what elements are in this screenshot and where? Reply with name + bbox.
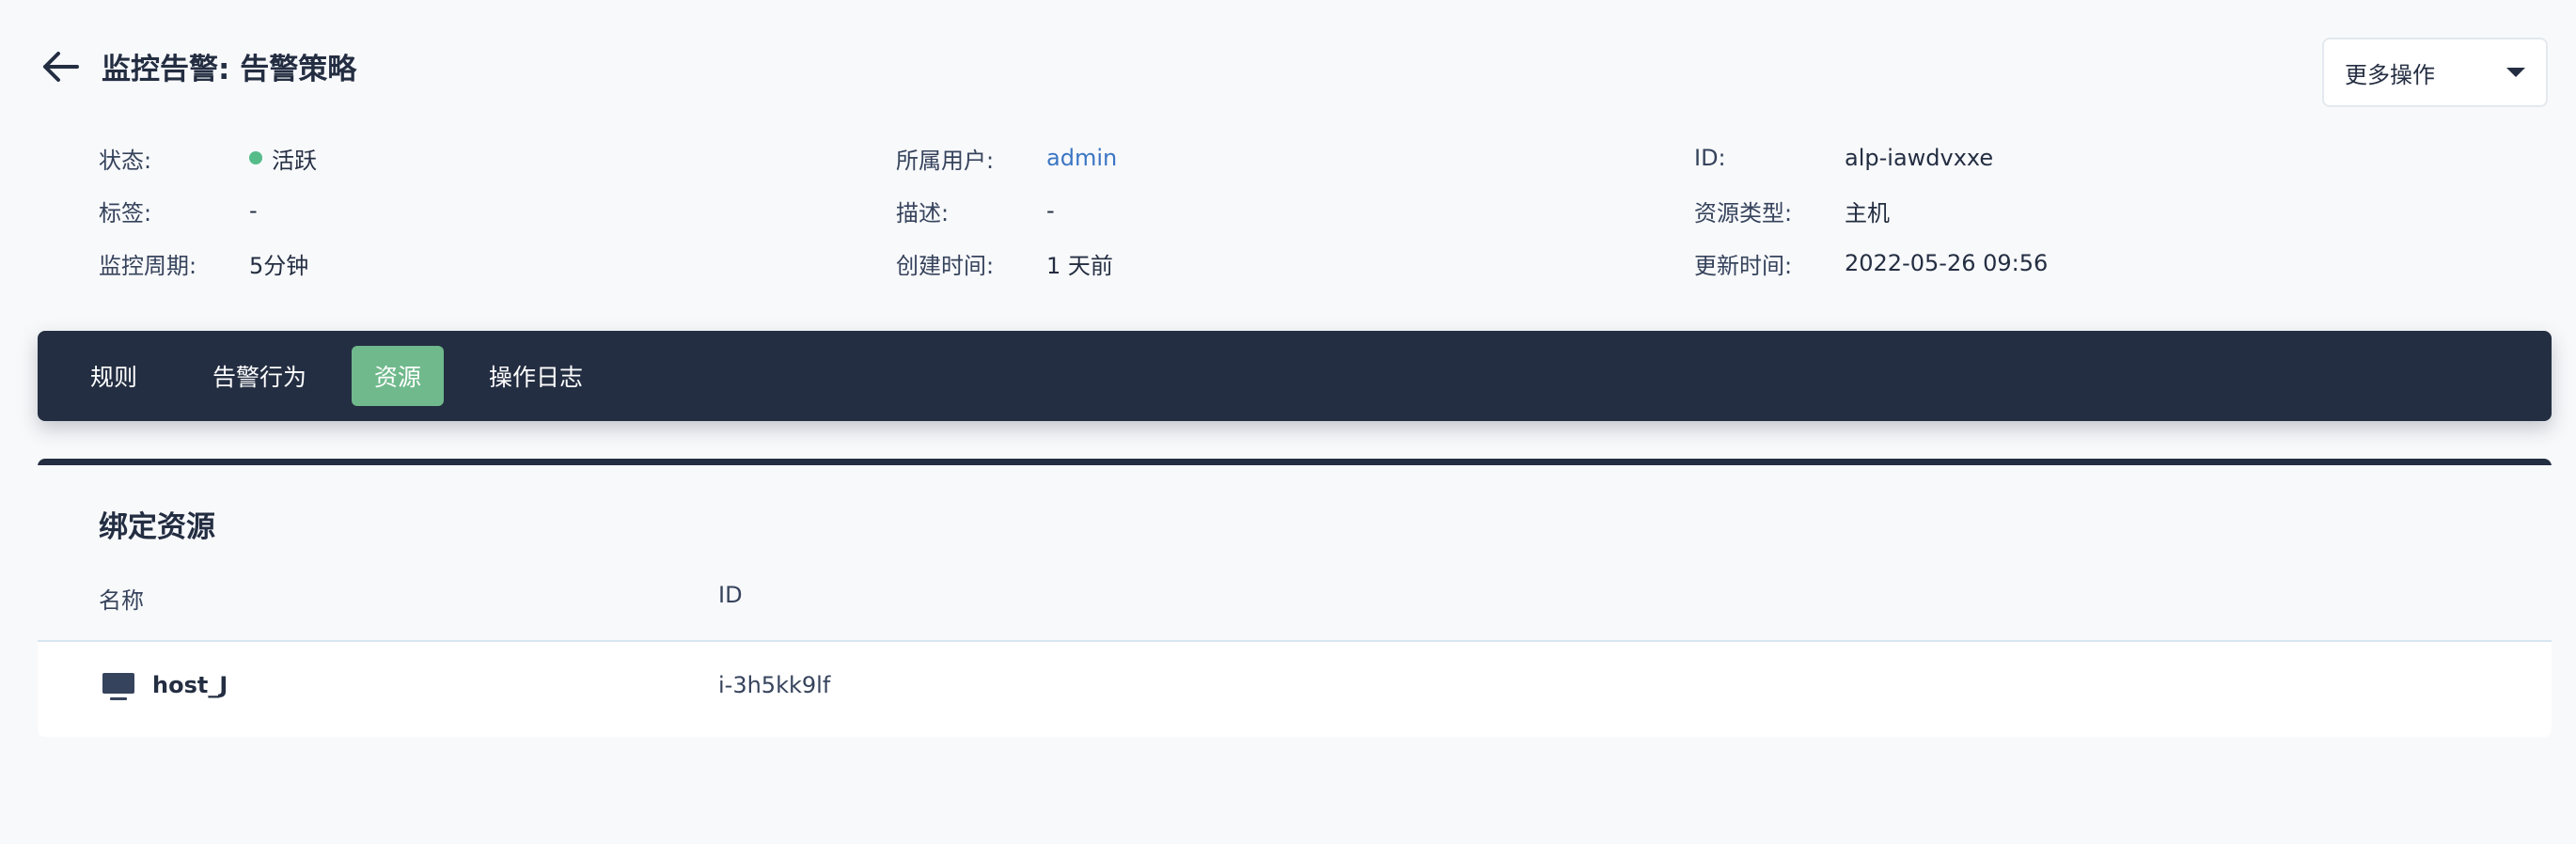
detail-owner: 所属用户: admin — [896, 132, 1648, 184]
detail-label: 更新时间: — [1694, 252, 1793, 279]
detail-value: 2022-05-26 09:56 — [1845, 250, 2049, 276]
more-actions-label: 更多操作 — [2345, 61, 2435, 88]
detail-label: 创建时间: — [896, 252, 995, 279]
tab-resources[interactable]: 资源 — [352, 346, 445, 406]
detail-value: 主机 — [1845, 199, 1890, 227]
status-value: 活跃 — [249, 142, 317, 175]
page-header: 监控告警: 告警策略 更多操作 — [38, 38, 2548, 107]
card-header: 绑定资源 名称 ID — [38, 465, 2552, 642]
host-id: i-3h5kk9lf — [718, 672, 831, 698]
table-row[interactable]: host_J i-3h5kk9lf — [38, 642, 2552, 737]
tab-bar: 规则 告警行为 资源 操作日志 — [38, 331, 2552, 421]
detail-monitor-period: 监控周期: 5分钟 — [99, 237, 851, 289]
detail-label: 资源类型: — [1694, 199, 1793, 227]
more-actions-dropdown[interactable]: 更多操作 — [2322, 38, 2548, 107]
detail-value: - — [249, 197, 258, 224]
detail-label: 描述: — [896, 199, 950, 227]
tab-operation-log[interactable]: 操作日志 — [466, 346, 605, 406]
detail-label: 监控周期: — [99, 252, 197, 279]
column-header-name: 名称 — [99, 587, 144, 614]
detail-description: 描述: - — [896, 184, 1648, 237]
card-top-border — [38, 459, 2552, 465]
detail-id: ID: alp-iawdvxxe — [1694, 132, 2446, 184]
alert-policy-page: 监控告警: 告警策略 更多操作 状态: 活跃 标签: - 监控周期: 5分钟 所… — [0, 0, 2576, 844]
detail-value: alp-iawdvxxe — [1845, 145, 1994, 171]
detail-tags: 标签: - — [99, 184, 851, 237]
detail-value: 5分钟 — [249, 252, 309, 279]
detail-label: ID: — [1694, 145, 1726, 171]
details-column-1: 状态: 活跃 标签: - 监控周期: 5分钟 — [99, 132, 851, 289]
detail-label: 状态: — [99, 147, 152, 174]
status-text: 活跃 — [272, 147, 317, 174]
bound-resources-card: 绑定资源 名称 ID host_J i-3h5kk9lf — [38, 459, 2552, 737]
card-title: 绑定资源 — [99, 510, 215, 544]
monitor-icon — [102, 673, 134, 700]
detail-resource-type: 资源类型: 主机 — [1694, 184, 2446, 237]
column-header-id: ID — [718, 582, 743, 608]
caret-down-icon — [2506, 68, 2525, 77]
back-button[interactable] — [38, 44, 83, 89]
details-column-2: 所属用户: admin 描述: - 创建时间: 1 天前 — [896, 132, 1648, 289]
detail-value: 1 天前 — [1046, 252, 1113, 279]
owner-link[interactable]: admin — [1046, 145, 1117, 171]
arrow-left-icon — [43, 52, 79, 82]
page-title: 监控告警: 告警策略 — [102, 53, 357, 86]
detail-status: 状态: 活跃 — [99, 132, 851, 184]
detail-label: 标签: — [99, 199, 152, 227]
policy-details: 状态: 活跃 标签: - 监控周期: 5分钟 所属用户: admin 描述: -… — [99, 132, 2505, 282]
tab-alert-actions[interactable]: 告警行为 — [190, 346, 329, 406]
detail-created-time: 创建时间: 1 天前 — [896, 237, 1648, 289]
detail-updated-time: 更新时间: 2022-05-26 09:56 — [1694, 237, 2446, 289]
detail-label: 所属用户: — [896, 147, 995, 174]
detail-value: - — [1046, 197, 1055, 224]
details-column-3: ID: alp-iawdvxxe 资源类型: 主机 更新时间: 2022-05-… — [1694, 132, 2446, 289]
host-name-link[interactable]: host_J — [152, 672, 228, 698]
status-dot-icon — [249, 151, 262, 164]
tab-rules[interactable]: 规则 — [75, 346, 152, 406]
